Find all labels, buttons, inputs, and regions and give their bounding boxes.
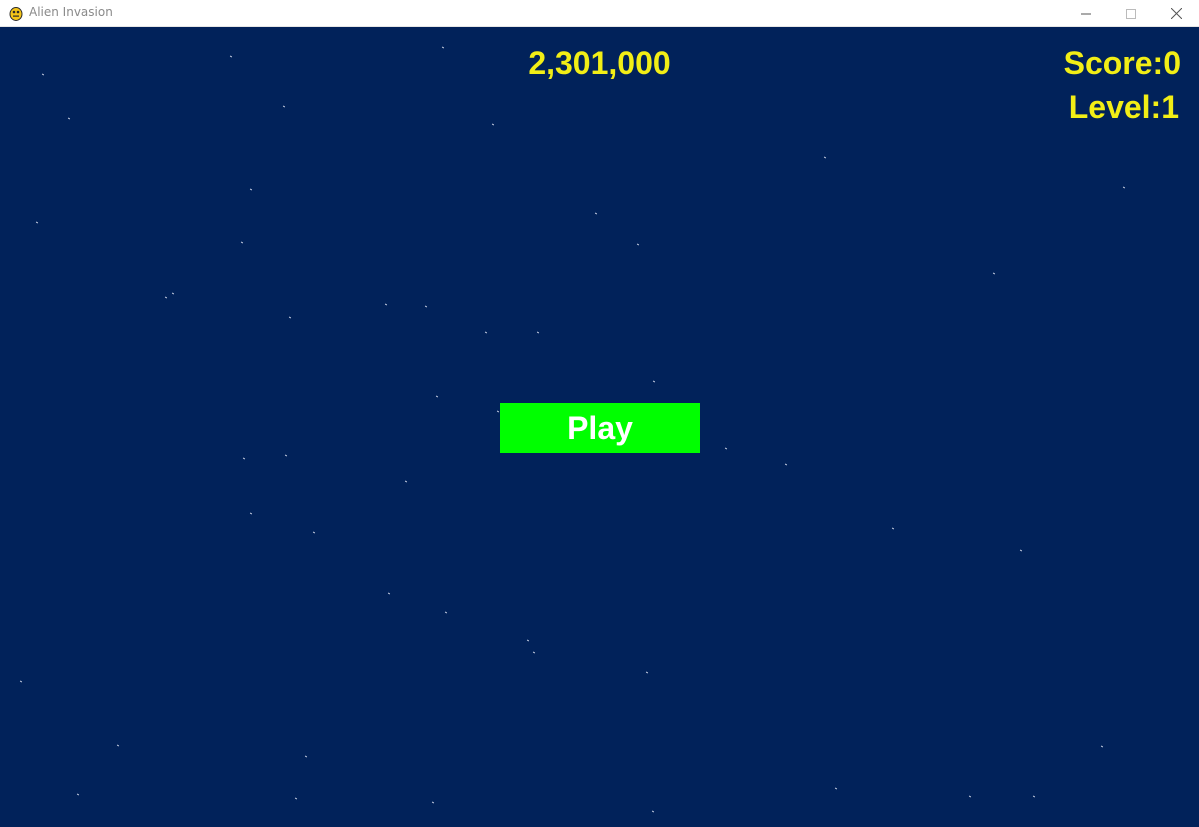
star [536, 331, 540, 334]
star [304, 755, 308, 758]
star [823, 156, 827, 159]
play-button[interactable]: Play [500, 403, 700, 453]
star [384, 303, 388, 306]
star [992, 272, 996, 275]
star [424, 305, 428, 308]
star [724, 447, 728, 450]
close-icon [1170, 8, 1182, 19]
game-canvas: 2,301,000 Score:0 Level:1 Play [0, 27, 1199, 827]
star [387, 592, 391, 595]
star [496, 410, 500, 413]
minimize-button[interactable] [1063, 0, 1109, 27]
maximize-icon [1126, 8, 1136, 19]
star [968, 795, 972, 798]
score-display: Score:0 [1063, 45, 1181, 81]
star [444, 611, 448, 614]
star [284, 454, 288, 457]
star [19, 680, 23, 683]
star [594, 212, 598, 215]
star [282, 105, 286, 108]
star [484, 331, 488, 334]
level-display: Level:1 [1068, 89, 1179, 125]
star [242, 457, 246, 460]
star [171, 292, 175, 295]
star [249, 512, 253, 515]
star [1019, 549, 1023, 552]
star [67, 117, 71, 120]
star [491, 123, 495, 126]
star [404, 480, 408, 483]
star [1122, 186, 1126, 189]
high-score: 2,301,000 [528, 45, 671, 81]
window-title: Alien Invasion [29, 5, 113, 19]
star [164, 296, 168, 299]
pygame-snake-icon [9, 7, 23, 21]
close-button[interactable] [1153, 0, 1199, 27]
star [35, 221, 39, 224]
star [1032, 795, 1036, 798]
star [431, 801, 435, 804]
star [532, 651, 536, 654]
window-titlebar: Alien Invasion [0, 0, 1199, 27]
star [651, 810, 655, 813]
star [76, 793, 80, 796]
star [240, 241, 244, 244]
star [249, 188, 253, 191]
star [645, 671, 649, 674]
minimize-icon [1081, 13, 1091, 14]
star [312, 531, 316, 534]
maximize-button[interactable] [1108, 0, 1154, 27]
star [116, 744, 120, 747]
star [526, 639, 530, 642]
star [435, 395, 439, 398]
star [288, 316, 292, 319]
star [784, 463, 788, 466]
star [636, 243, 640, 246]
star [294, 797, 298, 800]
star [891, 527, 895, 530]
play-button-label: Play [567, 409, 633, 446]
star [1100, 745, 1104, 748]
star [834, 787, 838, 790]
star [652, 380, 656, 383]
